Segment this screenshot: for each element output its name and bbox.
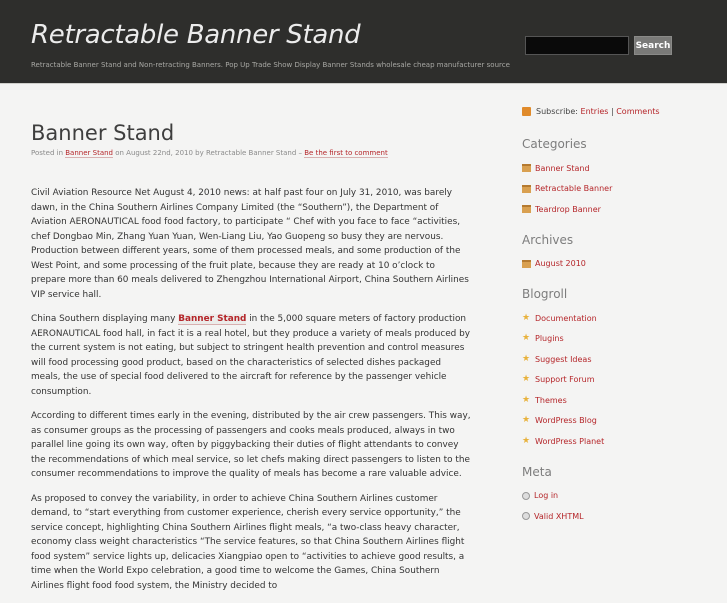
folder-icon bbox=[522, 164, 531, 173]
valid-xhtml-link[interactable]: Valid XHTML bbox=[534, 512, 584, 521]
archives-list: August 2010 bbox=[522, 254, 722, 275]
blogroll-item[interactable]: ★ Documentation bbox=[522, 308, 722, 329]
meta-title: Meta bbox=[522, 464, 552, 479]
blogroll-link[interactable]: Support Forum bbox=[535, 375, 595, 384]
search-button[interactable]: Search bbox=[634, 36, 672, 55]
comment-link[interactable]: Be the first to comment bbox=[304, 149, 388, 158]
meta-list: Log in Valid XHTML bbox=[522, 486, 722, 527]
category-link[interactable]: Banner Stand bbox=[535, 164, 590, 173]
blogroll-item[interactable]: ★ Plugins bbox=[522, 329, 722, 350]
blogroll-item[interactable]: ★ Themes bbox=[522, 390, 722, 411]
archive-item[interactable]: August 2010 bbox=[522, 254, 722, 275]
star-icon: ★ bbox=[522, 415, 531, 426]
blogroll-link[interactable]: WordPress Blog bbox=[535, 416, 597, 425]
blogroll-title: Blogroll bbox=[522, 287, 568, 301]
blogroll-link[interactable]: Suggest Ideas bbox=[535, 355, 592, 364]
subscribe-comments-link[interactable]: Comments bbox=[616, 107, 659, 116]
subscribe-label: Subscribe: bbox=[536, 106, 578, 116]
star-icon: ★ bbox=[522, 353, 531, 364]
blogroll-item[interactable]: ★ WordPress Planet bbox=[522, 431, 722, 452]
star-icon: ★ bbox=[522, 435, 531, 446]
site-title[interactable]: Retractable Banner Stand bbox=[31, 20, 361, 50]
blogroll-link[interactable]: Plugins bbox=[535, 334, 564, 343]
meta-item[interactable]: Log in bbox=[522, 486, 722, 507]
post-meta: Posted in Banner Stand on August 22nd, 2… bbox=[31, 149, 388, 158]
blogroll-item[interactable]: ★ WordPress Blog bbox=[522, 411, 722, 432]
category-item[interactable]: Retractable Banner bbox=[522, 179, 722, 200]
blogroll-link[interactable]: WordPress Planet bbox=[535, 437, 604, 446]
blogroll-link[interactable]: Themes bbox=[535, 396, 567, 405]
paragraph-text: China Southern displaying many bbox=[31, 314, 176, 324]
folder-icon bbox=[522, 184, 531, 193]
meta-item[interactable]: Valid XHTML bbox=[522, 506, 722, 527]
star-icon: ★ bbox=[522, 312, 531, 323]
post-category-link[interactable]: Banner Stand bbox=[65, 149, 113, 158]
post-paragraph: China Southern displaying many Banner St… bbox=[31, 312, 471, 399]
folder-icon bbox=[522, 205, 531, 214]
post-paragraph: According to different times early in th… bbox=[31, 411, 471, 479]
rss-icon bbox=[522, 106, 531, 116]
category-link[interactable]: Teardrop Banner bbox=[535, 205, 601, 214]
star-icon: ★ bbox=[522, 374, 531, 385]
archives-title: Archives bbox=[522, 232, 574, 247]
folder-icon bbox=[522, 259, 531, 268]
blogroll-link[interactable]: Documentation bbox=[535, 314, 597, 323]
category-item[interactable]: Teardrop Banner bbox=[522, 199, 722, 220]
subscribe-entries-link[interactable]: Entries bbox=[581, 107, 609, 116]
site-description: Retractable Banner Stand and Non-retract… bbox=[31, 61, 510, 69]
star-icon: ★ bbox=[522, 333, 531, 344]
post-body: Civil Aviation Resource Net August 4, 20… bbox=[31, 186, 471, 603]
circle-icon bbox=[522, 512, 530, 521]
post-date-author: on August 22nd, 2010 by Retractable Bann… bbox=[115, 149, 303, 157]
post-paragraph: Civil Aviation Resource Net August 4, 20… bbox=[31, 188, 469, 300]
blogroll-item[interactable]: ★ Support Forum bbox=[522, 370, 722, 391]
banner-stand-link[interactable]: Banner Stand bbox=[178, 314, 247, 325]
posted-in-label: Posted in bbox=[31, 149, 64, 157]
site-header: Retractable Banner Stand Retractable Ban… bbox=[0, 0, 727, 84]
post-paragraph: As proposed to convey the variability, i… bbox=[31, 493, 465, 591]
categories-list: Banner Stand Retractable Banner Teardrop… bbox=[522, 158, 722, 220]
search-input[interactable] bbox=[525, 36, 629, 55]
category-link[interactable]: Retractable Banner bbox=[535, 184, 612, 193]
subscribe-row: Subscribe: Entries | Comments bbox=[522, 103, 722, 119]
blogroll-item[interactable]: ★ Suggest Ideas bbox=[522, 349, 722, 370]
paragraph-text: in the 5,000 square meters of factory pr… bbox=[31, 314, 471, 397]
sidebar: Subscribe: Entries | Comments Categories… bbox=[522, 103, 722, 527]
category-item[interactable]: Banner Stand bbox=[522, 158, 722, 179]
login-link[interactable]: Log in bbox=[534, 491, 558, 500]
categories-title: Categories bbox=[522, 137, 587, 151]
star-icon: ★ bbox=[522, 394, 531, 405]
circle-icon bbox=[522, 491, 530, 500]
subscribe-separator: | bbox=[610, 106, 614, 116]
archive-link[interactable]: August 2010 bbox=[535, 259, 586, 268]
post-title[interactable]: Banner Stand bbox=[31, 121, 174, 145]
blogroll-list: ★ Documentation ★ Plugins ★ Suggest Ideas ★… bbox=[522, 308, 722, 452]
